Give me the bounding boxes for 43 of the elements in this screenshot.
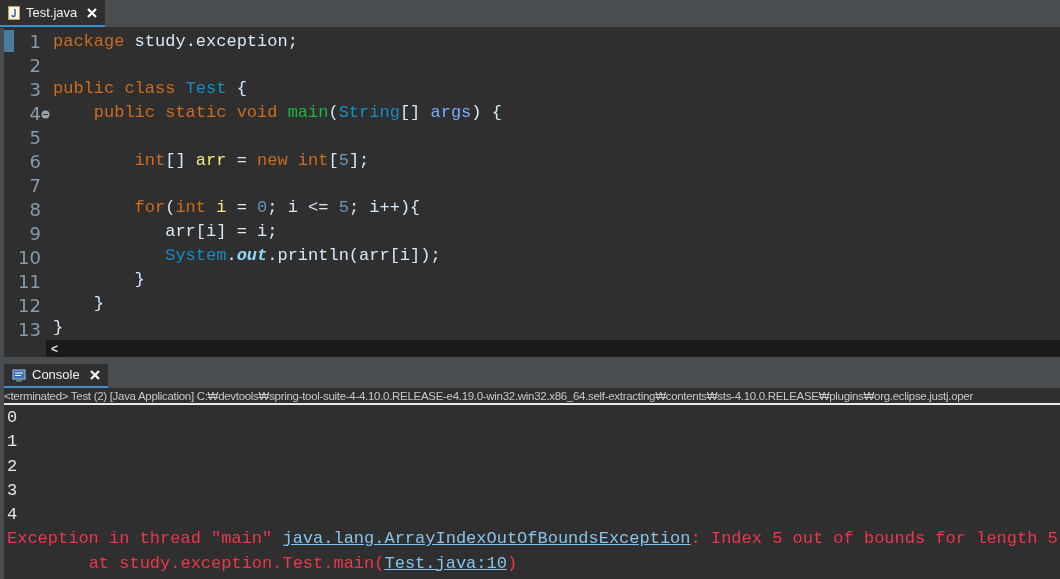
output-line: 1 <box>7 432 18 452</box>
line-number: 2 <box>29 54 41 78</box>
line-number: 5 <box>29 126 41 150</box>
line-number: 9 <box>29 222 41 246</box>
line-number: 6 <box>29 150 41 174</box>
code-line: arr[i] = i; <box>164 222 278 241</box>
code-line: } <box>53 318 64 337</box>
console-status: <terminated> Test (2) [Java Application] C:₩devtools₩spring-tool-suite-4-4.10.0.RELEASE-e4.19.0-win32.win32.x86_64.self-extracting₩contents₩sts-4.10.0.RELEASE₩plugins₩org.eclipse.justj.oper <box>4 388 973 403</box>
scroll-left-arrow[interactable]: < <box>51 339 58 358</box>
code-line: for(int i = 0; i <= 5; i++){ <box>133 198 421 217</box>
line-number: 11 <box>18 270 41 294</box>
output-line: 0 <box>7 408 18 427</box>
output-line: 2 <box>7 456 18 476</box>
stack-trace-link[interactable]: Test.java:10 <box>384 553 507 573</box>
horizontal-scrollbar[interactable]: < <box>46 340 1060 357</box>
code-line: } <box>133 270 145 289</box>
code-line: int[] arr = new int[5]; <box>133 150 370 170</box>
console-tab[interactable]: Console <box>4 364 108 388</box>
editor-tab[interactable]: Test.java <box>0 0 106 27</box>
line-number: 13 <box>18 318 41 342</box>
code-line: } <box>92 294 104 313</box>
code-line: public static void main(String[] args) { <box>92 103 502 123</box>
error-output-line: at study.exception.Test.main(Test.java:10) <box>87 553 518 573</box>
output-line: 3 <box>7 480 18 500</box>
line-number: 8 <box>29 198 41 222</box>
line-number: 7 <box>29 174 41 198</box>
monitor-icon <box>12 368 26 382</box>
code-line: System.out.println(arr[i]); <box>164 246 441 265</box>
bookmark-marker <box>4 30 14 52</box>
stack-trace-link[interactable]: java.lang.ArrayIndexOutOfBoundsException <box>282 529 691 549</box>
fold-collapse-icon[interactable] <box>41 109 50 119</box>
line-number: 1 <box>29 30 41 54</box>
line-number: 10 <box>18 246 41 270</box>
code-line: public class Test { <box>53 79 247 99</box>
output-line: 4 <box>7 505 18 525</box>
line-number: 3 <box>29 78 41 102</box>
java-file-icon <box>8 5 20 20</box>
close-icon[interactable] <box>89 370 100 380</box>
code-line: package study.exception; <box>53 32 298 51</box>
close-icon[interactable] <box>87 7 98 18</box>
line-number: 4 <box>29 102 41 126</box>
line-number: 12 <box>18 294 41 318</box>
error-output-line: Exception in thread "main" java.lang.ArrayIndexOutOfBoundsException: Index 5 out of bounds for length 5 <box>7 529 1058 549</box>
